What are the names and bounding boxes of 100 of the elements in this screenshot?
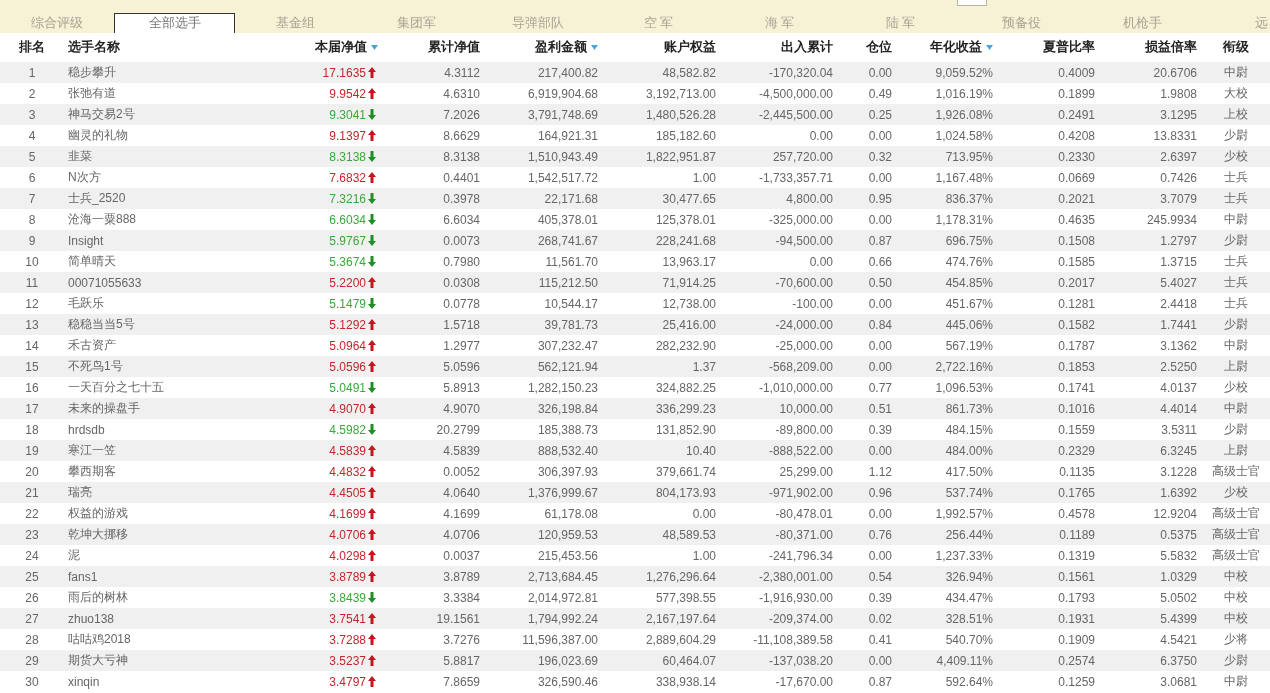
net-flow: -24,000.00 — [775, 317, 833, 332]
net-flow: -4,500,000.00 — [758, 86, 833, 101]
annualized-return: 484.00% — [945, 443, 993, 458]
rank-number: 6 — [28, 170, 36, 185]
cumulative-net-value: 4.6310 — [443, 86, 480, 101]
profit-loss-ratio: 1.7441 — [1160, 317, 1197, 332]
sort-icon[interactable] — [591, 45, 598, 50]
rank-number: 26 — [25, 590, 39, 605]
military-rank: 高级士官 — [1211, 505, 1260, 522]
rank-number: 13 — [25, 317, 39, 332]
profit-amount: 326,590.46 — [537, 674, 598, 689]
tab[interactable]: 海 军 — [719, 13, 840, 33]
rank-number: 22 — [25, 506, 39, 521]
annualized-return: 1,016.19% — [935, 86, 993, 101]
cumulative-net-value: 4.0640 — [443, 485, 480, 500]
tab[interactable]: 基金组 — [235, 13, 356, 33]
account-equity: 2,167,197.64 — [645, 611, 716, 626]
profit-loss-ratio: 4.5421 — [1160, 632, 1197, 647]
cumulative-net-value: 5.0596 — [443, 359, 480, 374]
net-value: 3.4797 — [329, 674, 366, 689]
cumulative-net-value: 0.0308 — [443, 275, 480, 290]
military-rank: 中校 — [1223, 610, 1248, 627]
cumulative-net-value: 4.5839 — [443, 443, 480, 458]
profit-loss-ratio: 4.4014 — [1160, 401, 1197, 416]
player-name: 张弛有道 — [68, 85, 116, 102]
player-name: 攀西期客 — [68, 463, 116, 480]
player-name: fans1 — [68, 569, 98, 584]
column-header[interactable]: 本届净值 — [315, 39, 378, 56]
account-equity: 338,938.14 — [655, 674, 716, 689]
position-ratio: 0.00 — [868, 653, 892, 668]
player-name: N次方 — [68, 169, 101, 186]
page-number-field[interactable] — [957, 0, 987, 6]
tab[interactable]: 导弹部队 — [477, 13, 598, 33]
tab[interactable]: 全部选手 — [114, 13, 235, 33]
tab[interactable]: 机枪手 — [1082, 13, 1203, 33]
profit-loss-ratio: 1.6392 — [1160, 485, 1197, 500]
position-ratio: 0.02 — [868, 611, 892, 626]
net-flow: -1,010,000.00 — [758, 380, 833, 395]
column-header[interactable]: 年化收益 — [930, 39, 993, 56]
profit-loss-ratio: 245.9934 — [1146, 212, 1197, 227]
sort-icon[interactable] — [371, 45, 378, 50]
net-flow: -17,670.00 — [775, 674, 833, 689]
sharpe-ratio: 0.1585 — [1058, 254, 1095, 269]
tab[interactable]: 综合评级 — [0, 13, 114, 33]
position-ratio: 0.87 — [868, 233, 892, 248]
profit-loss-ratio: 1.3715 — [1160, 254, 1197, 269]
tab[interactable]: 陆 军 — [840, 13, 961, 33]
account-equity: 324,882.25 — [655, 380, 716, 395]
military-rank: 少校 — [1223, 148, 1248, 165]
cumulative-net-value: 0.0037 — [443, 548, 480, 563]
tab[interactable]: 远 — [1203, 13, 1270, 33]
profit-amount: 217,400.82 — [537, 65, 598, 80]
net-flow: -170,320.04 — [768, 65, 833, 80]
net-flow: -1,733,357.71 — [758, 170, 833, 185]
profit-amount: 10,544.17 — [544, 296, 598, 311]
annualized-return: 713.95% — [945, 149, 993, 164]
column-header: 损益倍率 — [1145, 39, 1197, 56]
sharpe-ratio: 0.2021 — [1058, 191, 1095, 206]
profit-loss-ratio: 3.1228 — [1160, 464, 1197, 479]
profit-amount: 562,121.94 — [537, 359, 598, 374]
annualized-return: 484.15% — [945, 422, 993, 437]
rank-number: 30 — [25, 674, 39, 689]
net-value: 4.0298 — [329, 548, 366, 563]
military-rank: 少尉 — [1223, 652, 1248, 669]
rank-number: 7 — [28, 191, 36, 206]
military-rank: 上尉 — [1223, 442, 1248, 459]
rank-number: 3 — [28, 107, 36, 122]
net-value: 9.1397 — [329, 128, 366, 143]
tab[interactable]: 集团军 — [356, 13, 477, 33]
military-rank: 大校 — [1223, 85, 1248, 102]
annualized-return: 328.51% — [945, 611, 993, 626]
net-flow: -241,796.34 — [768, 548, 833, 563]
column-header[interactable]: 盈利金额 — [535, 39, 598, 56]
tab[interactable]: 空 军 — [598, 13, 719, 33]
tab[interactable]: 预备役 — [961, 13, 1082, 33]
rank-number: 14 — [25, 338, 39, 353]
account-equity: 13,963.17 — [662, 254, 716, 269]
net-value: 5.1479 — [329, 296, 366, 311]
cumulative-net-value: 0.0778 — [443, 296, 480, 311]
annualized-return: 1,096.53% — [935, 380, 993, 395]
rank-number: 2 — [28, 86, 36, 101]
account-equity: 1.37 — [692, 359, 716, 374]
rank-number: 12 — [25, 296, 39, 311]
player-name: 沧海一粟888 — [68, 211, 137, 228]
rank-number: 29 — [25, 653, 39, 668]
position-ratio: 0.39 — [868, 422, 892, 437]
sort-icon[interactable] — [986, 45, 993, 50]
account-equity: 185,182.60 — [655, 128, 716, 143]
net-value: 9.3041 — [329, 107, 366, 122]
account-equity: 228,241.68 — [655, 233, 716, 248]
net-flow: -568,209.00 — [768, 359, 833, 374]
column-header: 选手名称 — [68, 39, 120, 56]
profit-amount: 405,378.01 — [537, 212, 598, 227]
position-ratio: 0.32 — [868, 149, 892, 164]
player-name: 乾坤大挪移 — [68, 526, 128, 543]
profit-amount: 115,212.50 — [538, 275, 598, 290]
position-ratio: 0.54 — [868, 569, 892, 584]
sharpe-ratio: 0.1135 — [1059, 464, 1095, 479]
net-value: 7.6832 — [329, 170, 366, 185]
account-equity: 1.00 — [692, 170, 716, 185]
